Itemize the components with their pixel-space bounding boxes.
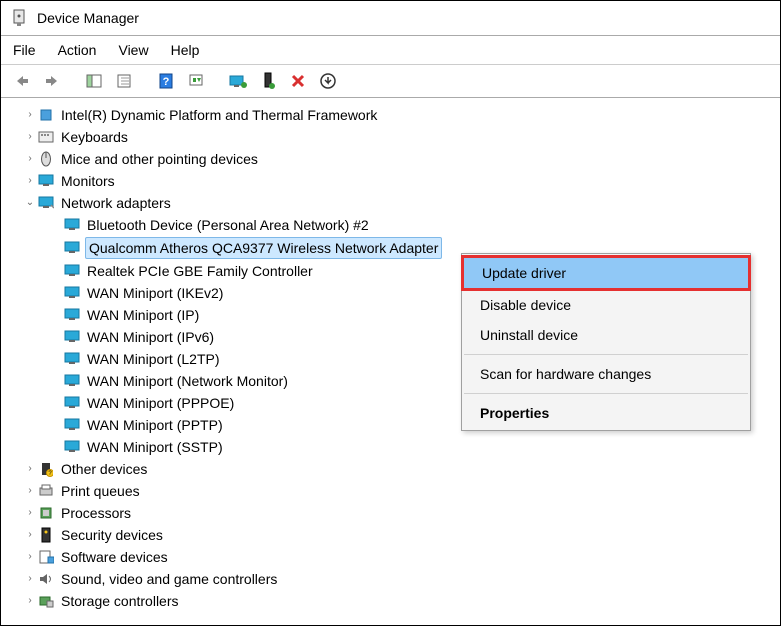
titlebar: Device Manager — [1, 1, 780, 36]
network-icon — [63, 350, 81, 368]
network-icon — [37, 194, 55, 212]
device-manager-window: Device Manager File Action View Help ? ›… — [0, 0, 781, 626]
forward-button[interactable] — [39, 69, 65, 93]
toolbar: ? — [1, 64, 780, 98]
menu-separator — [464, 354, 748, 355]
show-hide-console-button[interactable] — [81, 69, 107, 93]
svg-text:?: ? — [163, 76, 170, 88]
tree-item[interactable]: ›Software devices — [1, 546, 780, 568]
expander-icon[interactable]: › — [23, 459, 37, 479]
network-icon — [63, 394, 81, 412]
ctx-disable-device[interactable]: Disable device — [462, 290, 750, 320]
tree-item[interactable]: Bluetooth Device (Personal Area Network)… — [1, 214, 780, 236]
expander-icon[interactable]: › — [23, 481, 37, 501]
printer-icon — [37, 482, 55, 500]
expander-icon[interactable]: › — [23, 149, 37, 169]
monitor-icon — [37, 172, 55, 190]
software-icon — [37, 548, 55, 566]
other-icon: ? — [37, 460, 55, 478]
network-icon — [63, 306, 81, 324]
storage-icon — [37, 592, 55, 610]
window-title: Device Manager — [37, 10, 139, 26]
cpu-icon — [37, 504, 55, 522]
scan-hardware-button[interactable] — [183, 69, 209, 93]
network-icon — [63, 216, 81, 234]
tree-item[interactable]: ›Storage controllers — [1, 590, 780, 612]
menu-view[interactable]: View — [118, 42, 148, 58]
ctx-update-driver[interactable]: Update driver — [464, 258, 748, 288]
network-icon — [63, 239, 81, 257]
expander-icon[interactable]: › — [23, 171, 37, 191]
tree-item[interactable]: WAN Miniport (SSTP) — [1, 436, 780, 458]
context-menu: Update driver Disable device Uninstall d… — [461, 253, 751, 431]
chip-icon — [37, 106, 55, 124]
expander-icon[interactable]: › — [23, 591, 37, 611]
help-button[interactable]: ? — [153, 69, 179, 93]
tree-item[interactable]: ›Keyboards — [1, 126, 780, 148]
network-icon — [63, 372, 81, 390]
expander-icon[interactable]: › — [23, 547, 37, 567]
network-icon — [63, 438, 81, 456]
expander-icon[interactable]: › — [23, 105, 37, 125]
network-icon — [63, 328, 81, 346]
update-driver-button[interactable] — [225, 69, 251, 93]
ctx-uninstall-device[interactable]: Uninstall device — [462, 320, 750, 350]
tree-item[interactable]: ›Monitors — [1, 170, 780, 192]
uninstall-device-button[interactable] — [285, 69, 311, 93]
tree-item-network-adapters[interactable]: ⌄Network adapters — [1, 192, 780, 214]
menu-file[interactable]: File — [13, 42, 36, 58]
expander-icon[interactable]: › — [23, 569, 37, 589]
menu-help[interactable]: Help — [171, 42, 200, 58]
ctx-scan-hardware[interactable]: Scan for hardware changes — [462, 359, 750, 389]
disable-device-button[interactable] — [255, 69, 281, 93]
expander-icon[interactable]: › — [23, 127, 37, 147]
tree-item[interactable]: ›Mice and other pointing devices — [1, 148, 780, 170]
mouse-icon — [37, 150, 55, 168]
menubar: File Action View Help — [1, 36, 780, 64]
highlight-box: Update driver — [461, 255, 751, 291]
tree-item[interactable]: ›?Other devices — [1, 458, 780, 480]
app-icon — [11, 9, 29, 27]
tree-item[interactable]: ›Print queues — [1, 480, 780, 502]
scan-changes-button[interactable] — [315, 69, 341, 93]
tree-item[interactable]: ›Sound, video and game controllers — [1, 568, 780, 590]
security-icon — [37, 526, 55, 544]
keyboard-icon — [37, 128, 55, 146]
tree-item[interactable]: ›Security devices — [1, 524, 780, 546]
tree-item[interactable]: ›Processors — [1, 502, 780, 524]
tree-item[interactable]: ›Intel(R) Dynamic Platform and Thermal F… — [1, 104, 780, 126]
network-icon — [63, 284, 81, 302]
network-icon — [63, 416, 81, 434]
network-icon — [63, 262, 81, 280]
sound-icon — [37, 570, 55, 588]
device-tree[interactable]: ›Intel(R) Dynamic Platform and Thermal F… — [1, 98, 780, 625]
expander-icon[interactable]: › — [23, 503, 37, 523]
menu-separator — [464, 393, 748, 394]
expander-icon[interactable]: › — [23, 525, 37, 545]
ctx-properties[interactable]: Properties — [462, 398, 750, 428]
properties-button[interactable] — [111, 69, 137, 93]
menu-action[interactable]: Action — [58, 42, 97, 58]
expander-icon[interactable]: ⌄ — [23, 193, 37, 213]
back-button[interactable] — [9, 69, 35, 93]
